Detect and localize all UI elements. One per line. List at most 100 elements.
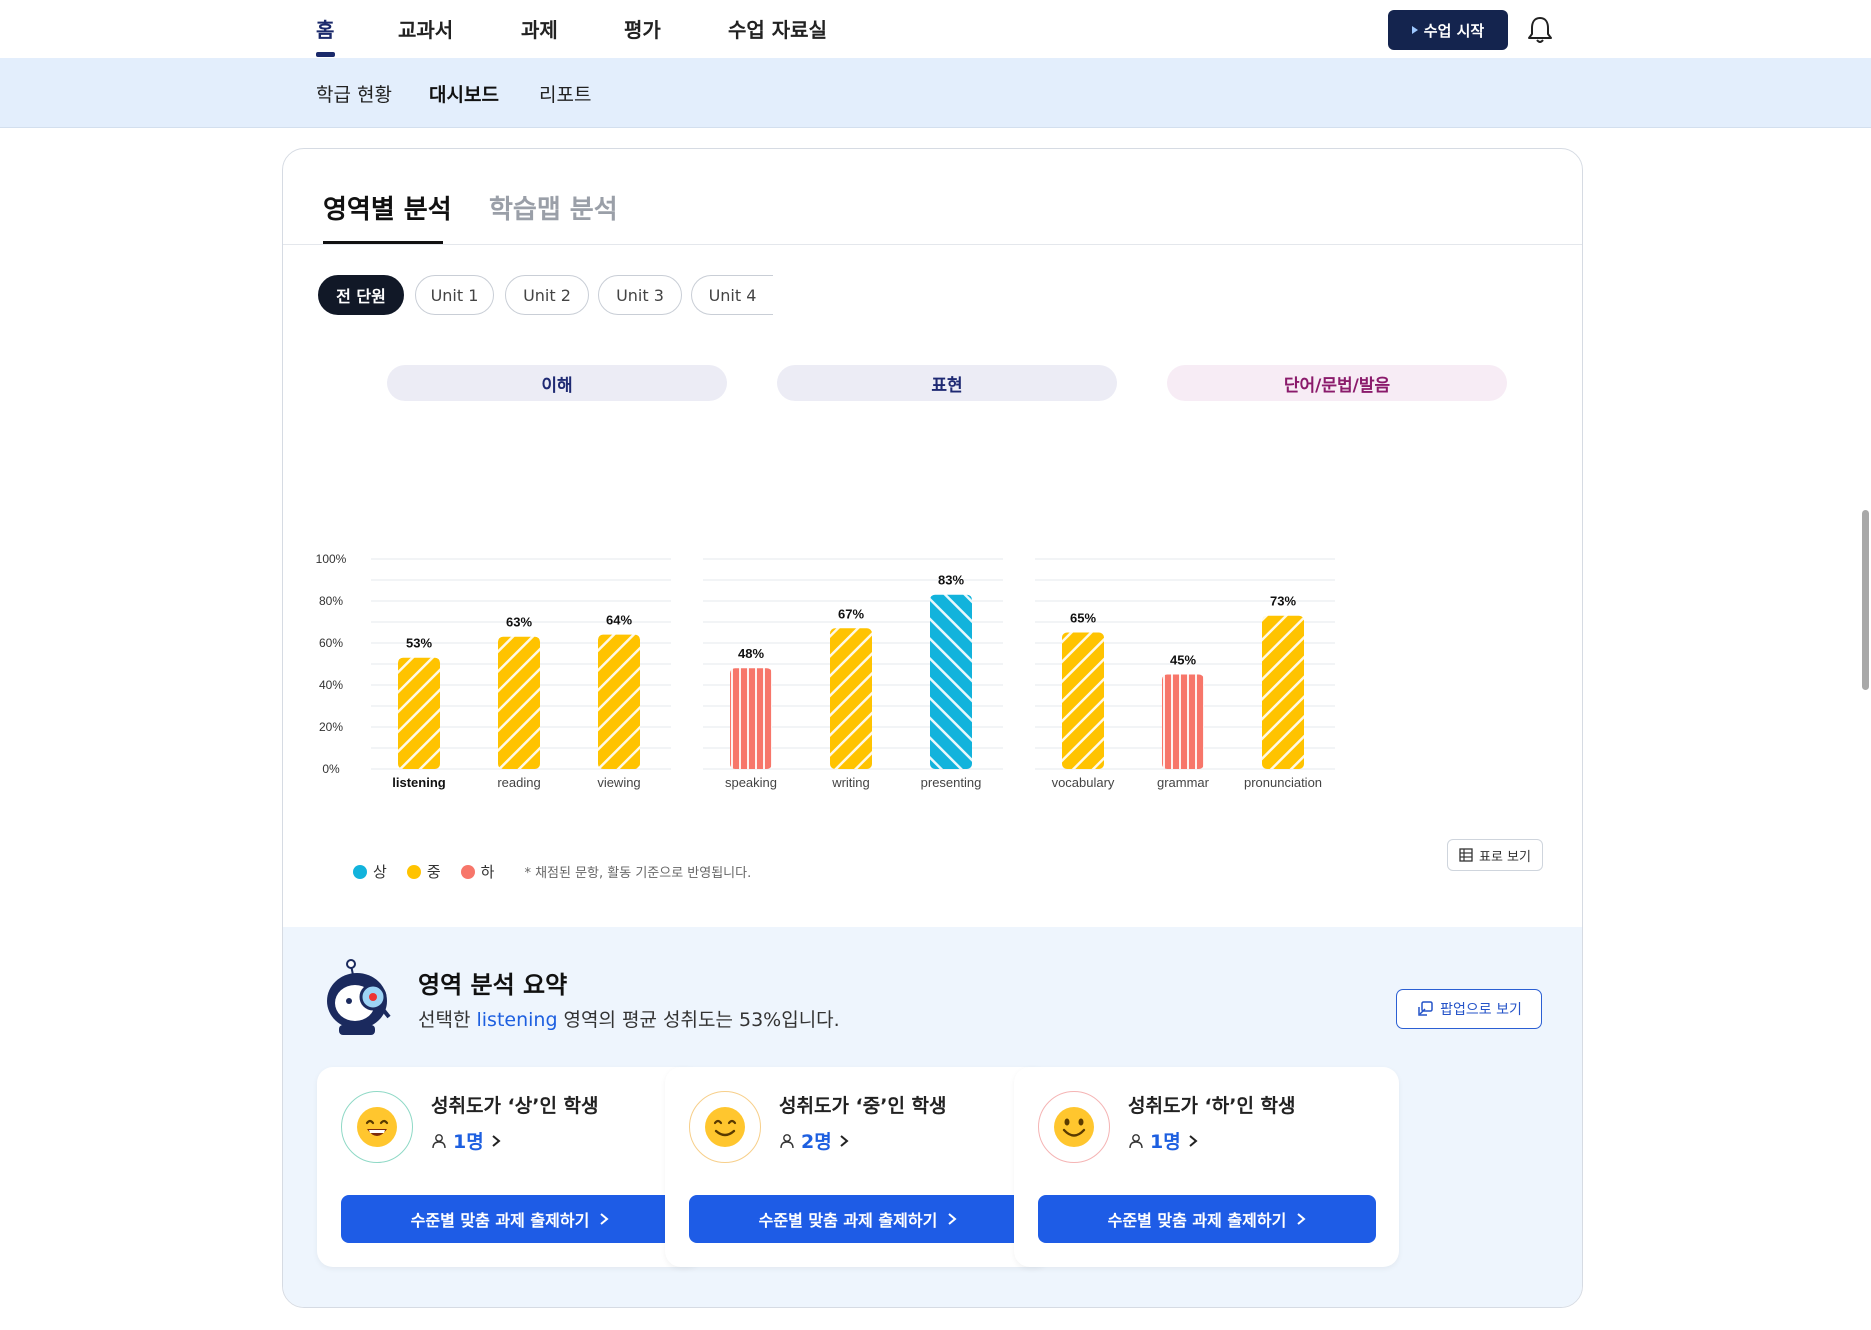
chart-value-label: 73% [1270, 594, 1296, 609]
level-high-count-link[interactable]: 1명 [431, 1127, 502, 1154]
level-high-count: 1명 [453, 1131, 484, 1153]
assign-level-task-button-high[interactable]: 수준별 맞춤 과제 출제하기 [341, 1195, 679, 1243]
chip-all-units[interactable]: 전 단원 [318, 275, 404, 315]
chart-y-tick-label: 80% [319, 594, 343, 608]
chip-unit-4[interactable]: Unit 4 [691, 275, 773, 315]
chart-bar-vocabulary [1062, 632, 1104, 769]
summary-selected-area: listening [476, 1009, 558, 1031]
chevron-right-icon [840, 1134, 849, 1147]
chart-y-tick-label: 60% [319, 636, 343, 650]
assign-button-label: 수준별 맞춤 과제 출제하기 [1107, 1211, 1287, 1230]
level-mid-count-link[interactable]: 2명 [779, 1127, 850, 1154]
group-label-vocab-grammar: 단어/문법/발음 [1167, 365, 1507, 401]
chart-category-label: pronunciation [1244, 775, 1322, 790]
legend-low-swatch [460, 864, 475, 879]
grin-face-icon [357, 1107, 397, 1147]
chart-y-tick-label: 40% [319, 678, 343, 692]
level-mid-count: 2명 [801, 1131, 832, 1153]
legend-note: * 채점된 문항, 활동 기준으로 반영됩니다. [524, 866, 752, 881]
chart-value-label: 48% [738, 646, 764, 661]
level-card-high: 성취도가 ‘상’인 학생 1명 수준별 맞춤 과제 출제하기 [317, 1067, 702, 1267]
start-class-label: 수업 시작 [1423, 21, 1485, 40]
smile-face-icon [705, 1107, 745, 1147]
chart-value-label: 53% [406, 636, 432, 651]
chevron-right-icon [1297, 1213, 1306, 1225]
chart-y-axis: 0% 20% 40% 60% 80% 100% [316, 552, 347, 776]
legend-mid-swatch [406, 864, 421, 879]
level-mid-title: 성취도가 ‘중’인 학생 [779, 1095, 947, 1117]
assign-button-label: 수준별 맞춤 과제 출제하기 [758, 1211, 938, 1230]
happy-face-icon [1054, 1107, 1094, 1147]
nav-home[interactable]: 홈 [316, 14, 334, 43]
level-low-avatar [1038, 1091, 1110, 1163]
chart-y-tick-label: 0% [322, 762, 340, 776]
robot-mascot-icon [327, 959, 391, 1035]
summary-desc-prefix: 선택한 [418, 1009, 477, 1031]
chart-category-label: speaking [725, 775, 777, 790]
play-icon [1411, 26, 1418, 34]
nav-evaluation[interactable]: 평가 [624, 14, 661, 43]
tab-area-analysis[interactable]: 영역별 분석 [323, 189, 452, 226]
chart-bar-viewing [598, 634, 640, 769]
nav-textbook[interactable]: 교과서 [398, 14, 453, 43]
subnav-class-status[interactable]: 학급 현황 [316, 80, 392, 107]
chart-value-label: 63% [506, 615, 532, 630]
chart-category-label: grammar [1157, 775, 1210, 790]
chart-bar-grammar [1162, 674, 1204, 769]
level-low-count-link[interactable]: 1명 [1128, 1127, 1199, 1154]
nav-assignment[interactable]: 과제 [521, 14, 558, 43]
chart-bars: 53% listening 63% reading 64% viewing 48% speak… [392, 573, 1322, 790]
chart-category-label: presenting [921, 775, 982, 790]
table-icon [1459, 848, 1473, 862]
chart-category-label: writing [831, 775, 870, 790]
chevron-right-icon [600, 1213, 609, 1225]
nav-class-materials[interactable]: 수업 자료실 [728, 14, 827, 43]
legend-mid-label: 중 [426, 863, 441, 881]
subnav-report[interactable]: 리포트 [539, 80, 591, 107]
summary-desc-suffix: 영역의 평균 성취도는 53%입니다. [557, 1009, 840, 1031]
level-low-count: 1명 [1150, 1131, 1181, 1153]
chevron-right-icon [492, 1134, 501, 1147]
level-card-mid: 성취도가 ‘중’인 학생 2명 수준별 맞춤 과제 출제하기 [665, 1067, 1050, 1267]
chart-value-label: 83% [938, 573, 964, 588]
chart-bar-speaking [730, 668, 772, 769]
chart-bar-reading [498, 636, 540, 769]
level-high-avatar [341, 1091, 413, 1163]
summary-title: 영역 분석 요약 [418, 971, 568, 999]
group-label-expression: 표현 [777, 365, 1117, 401]
top-navigation: 홈 교과서 과제 평가 수업 자료실 수업 시작 [0, 0, 1871, 58]
legend-item-high: 상 [353, 861, 387, 882]
level-high-title: 성취도가 ‘상’인 학생 [431, 1095, 599, 1117]
summary-description: 선택한 listening 영역의 평균 성취도는 53%입니다. [418, 1005, 840, 1032]
scrollbar-thumb[interactable] [1862, 510, 1869, 690]
view-in-popup-button[interactable]: 팝업으로 보기 [1396, 989, 1542, 1029]
nav-active-indicator [316, 52, 335, 57]
group-label-comprehension: 이해 [387, 365, 727, 401]
assign-level-task-button-low[interactable]: 수준별 맞춤 과제 출제하기 [1038, 1195, 1376, 1243]
chip-unit-3[interactable]: Unit 3 [598, 275, 682, 315]
start-class-button[interactable]: 수업 시작 [1388, 10, 1508, 50]
chip-unit-2[interactable]: Unit 2 [505, 275, 589, 315]
chart-bar-listening [398, 657, 440, 769]
chart-legend: 상 중 하 * 채점된 문항, 활동 기준으로 반영됩니다. [353, 861, 751, 882]
bell-icon[interactable] [1525, 14, 1555, 46]
view-as-table-button[interactable]: 표로 보기 [1447, 839, 1543, 871]
legend-item-mid: 중 [406, 861, 441, 882]
person-icon [780, 1133, 794, 1148]
view-as-table-label: 표로 보기 [1479, 849, 1531, 865]
area-bar-chart: 0% 20% 40% 60% 80% 100% 53% listening 63% readin… [316, 552, 1335, 790]
chevron-right-icon [948, 1213, 957, 1225]
level-mid-avatar [689, 1091, 761, 1163]
legend-high-swatch [353, 864, 367, 879]
assign-level-task-button-mid[interactable]: 수준별 맞춤 과제 출제하기 [689, 1195, 1027, 1243]
chart-bar-writing [830, 628, 872, 769]
chevron-right-icon [1189, 1134, 1198, 1147]
tab-learning-map-analysis[interactable]: 학습맵 분석 [489, 189, 618, 226]
sub-navigation: 학급 현황 대시보드 리포트 [0, 58, 1871, 128]
chart-value-label: 45% [1170, 653, 1196, 668]
chart-category-label: reading [497, 775, 540, 790]
chart-y-tick-label: 100% [316, 552, 347, 566]
chip-unit-1[interactable]: Unit 1 [415, 275, 494, 315]
legend-low-label: 하 [480, 863, 495, 881]
subnav-dashboard[interactable]: 대시보드 [429, 80, 499, 107]
